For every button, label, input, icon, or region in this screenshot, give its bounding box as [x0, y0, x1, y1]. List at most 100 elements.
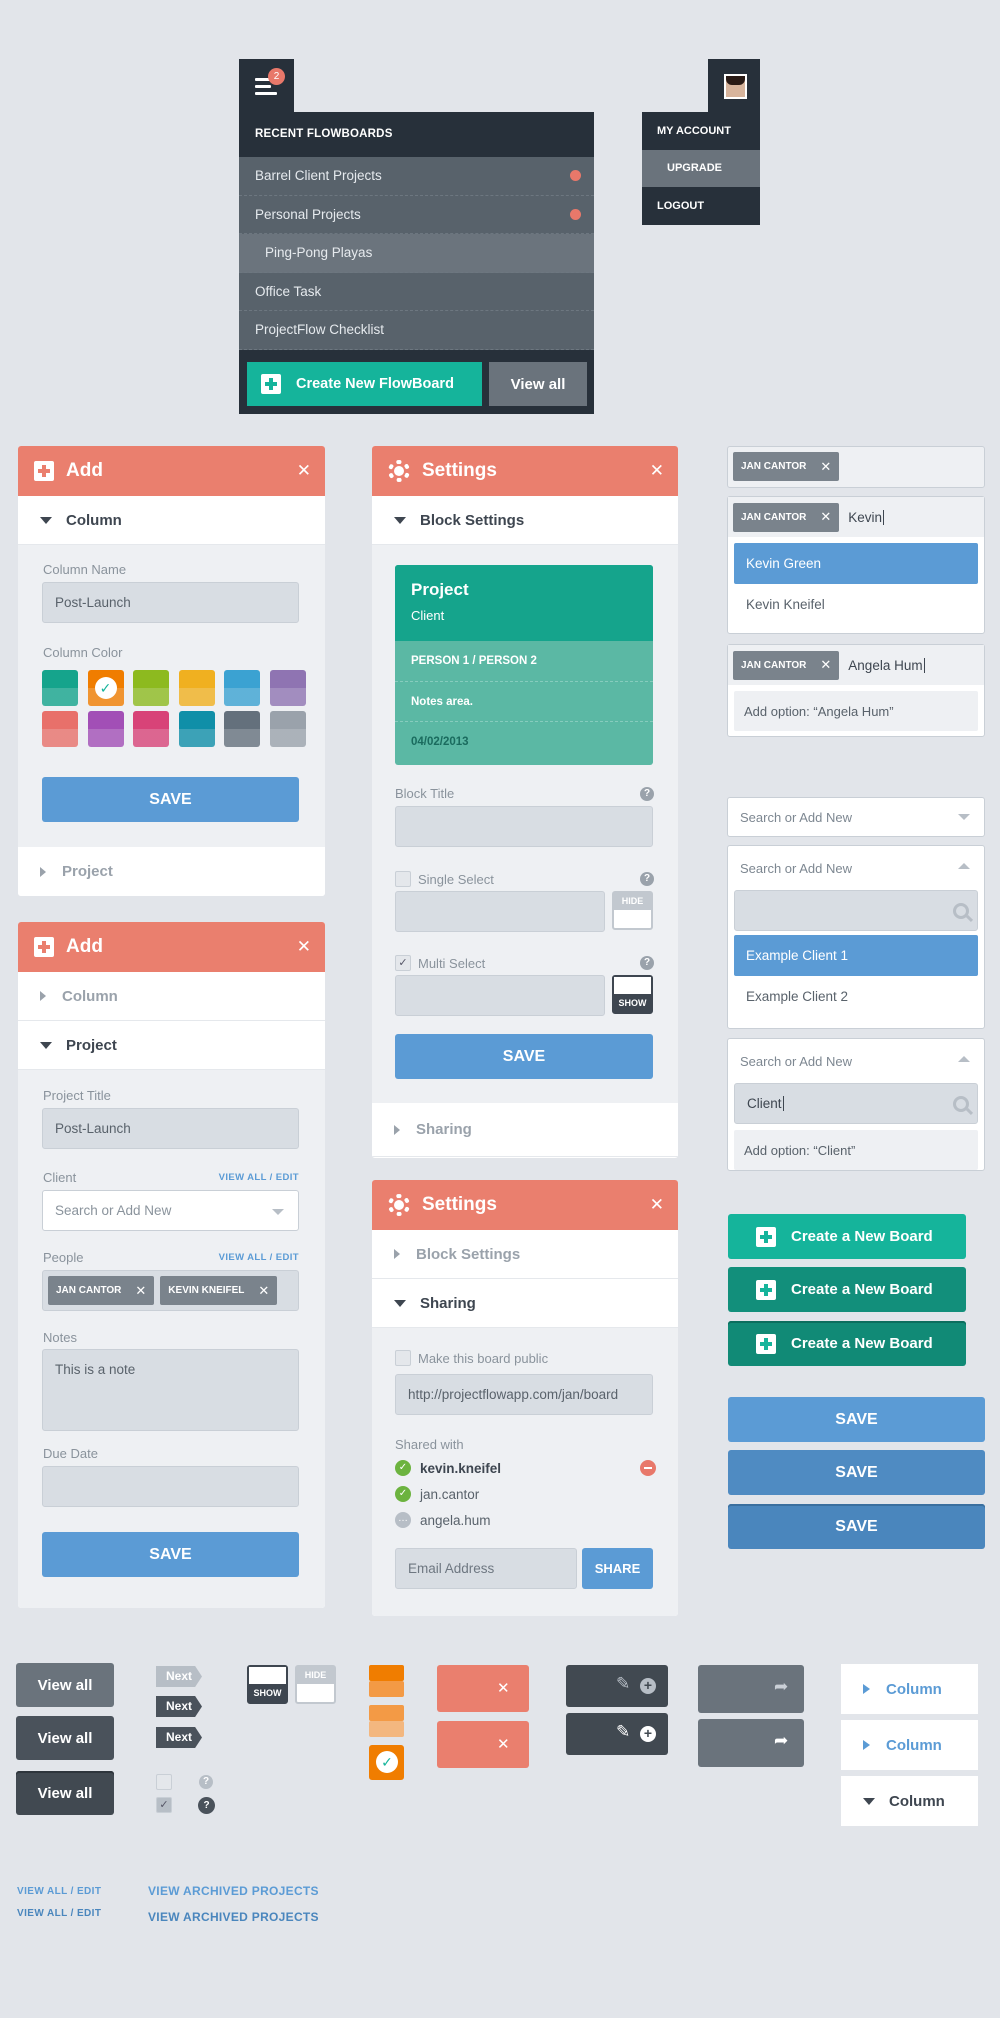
color-swatch[interactable]	[269, 670, 306, 706]
close-tile-button[interactable]: ✕	[437, 1665, 529, 1712]
help-icon[interactable]: ?	[640, 787, 654, 801]
save-button-active[interactable]: SAVE	[728, 1504, 985, 1549]
orange-swatch[interactable]: ✓	[369, 1745, 404, 1780]
help-icon[interactable]: ?	[640, 872, 654, 886]
tag-input-3[interactable]: JAN CANTOR ✕ Angela Hum	[728, 645, 984, 685]
logout-item[interactable]: LOGOUT	[642, 187, 760, 225]
people-view-all-link[interactable]: VIEW ALL / EDIT	[219, 1252, 299, 1263]
remove-tag-icon[interactable]: ✕	[135, 1283, 146, 1299]
save-button-hover[interactable]: SAVE	[728, 1450, 985, 1495]
share-arrow-tile-hover[interactable]: ➦	[698, 1719, 804, 1767]
color-swatch[interactable]	[42, 670, 78, 706]
flowboard-item[interactable]: ProjectFlow Checklist	[239, 311, 594, 350]
view-all-button-active[interactable]: View all	[16, 1771, 114, 1815]
color-swatch[interactable]	[133, 670, 169, 706]
save-button[interactable]: SAVE	[395, 1034, 653, 1079]
section-block-settings[interactable]: Block Settings	[372, 1230, 678, 1279]
color-swatch[interactable]	[87, 711, 124, 747]
create-flowboard-button[interactable]: Create New FlowBoard	[247, 362, 482, 406]
close-icon[interactable]: ✕	[297, 937, 311, 957]
color-swatch[interactable]	[42, 711, 78, 747]
dropdown-header[interactable]: Search or Add New	[728, 846, 984, 890]
client-search-input[interactable]	[734, 890, 978, 931]
notes-textarea[interactable]: This is a note	[42, 1349, 299, 1431]
help-icon[interactable]: ?	[640, 956, 654, 970]
upgrade-item[interactable]: UPGRADE	[642, 149, 760, 188]
edit-add-tile[interactable]: ✎ +	[566, 1665, 668, 1707]
remove-tag-icon[interactable]: ✕	[820, 459, 831, 475]
flowboard-item[interactable]: Office Task	[239, 272, 594, 311]
section-column[interactable]: Column	[18, 496, 325, 545]
column-name-input[interactable]: Post-Launch	[42, 582, 299, 623]
client-option[interactable]: Example Client 2	[734, 976, 978, 1017]
checkbox-unchecked[interactable]	[156, 1774, 172, 1790]
view-all-button[interactable]: View all	[489, 362, 587, 406]
client-select[interactable]: Search or Add New	[42, 1190, 299, 1231]
section-project[interactable]: Project	[18, 847, 325, 896]
view-archived-link-hover[interactable]: VIEW ARCHIVED PROJECTS	[148, 1910, 319, 1924]
add-circle-icon[interactable]: +	[640, 1726, 656, 1742]
close-icon[interactable]: ✕	[650, 1195, 664, 1215]
save-button[interactable]: SAVE	[42, 777, 299, 822]
color-swatch[interactable]	[224, 670, 260, 706]
next-button-active[interactable]: Next	[156, 1727, 202, 1748]
checkbox-checked[interactable]: ✓	[156, 1797, 172, 1813]
hide-toggle[interactable]: HIDE	[612, 891, 653, 930]
multi-select-input[interactable]	[395, 975, 605, 1016]
view-all-edit-link-hover[interactable]: VIEW ALL / EDIT	[17, 1908, 101, 1919]
flowboard-item[interactable]: Personal Projects	[239, 195, 594, 234]
remove-tag-icon[interactable]: ✕	[258, 1283, 269, 1299]
board-url-input[interactable]: http://projectflowapp.com/jan/board	[395, 1374, 653, 1415]
due-date-input[interactable]	[42, 1466, 299, 1507]
create-board-button-hover[interactable]: Create a New Board	[728, 1267, 966, 1312]
section-column[interactable]: Column	[18, 972, 325, 1021]
tag-input-1[interactable]: JAN CANTOR ✕	[727, 446, 985, 488]
project-title-input[interactable]: Post-Launch	[42, 1108, 299, 1149]
my-account-item[interactable]: MY ACCOUNT	[642, 112, 760, 150]
section-project[interactable]: Project	[18, 1021, 325, 1070]
create-board-button[interactable]: Create a New Board	[728, 1214, 966, 1259]
flowboard-item[interactable]: Ping-Pong Playas	[239, 234, 594, 273]
autocomplete-option[interactable]: Kevin Green	[734, 543, 978, 584]
multi-select-checkbox[interactable]: ✓	[395, 955, 411, 971]
flowboards-menu-button[interactable]: 2	[239, 59, 294, 113]
color-swatch[interactable]	[224, 711, 260, 747]
orange-swatch[interactable]	[369, 1681, 404, 1697]
add-option-item[interactable]: Add option: “Angela Hum”	[734, 691, 978, 731]
edit-add-tile-hover[interactable]: ✎ +	[566, 1713, 668, 1755]
flowboard-item[interactable]: Barrel Client Projects	[239, 157, 594, 196]
section-block-settings[interactable]: Block Settings	[372, 496, 678, 545]
save-button[interactable]: SAVE	[42, 1532, 299, 1577]
view-all-button[interactable]: View all	[16, 1663, 114, 1707]
hide-toggle[interactable]: HIDE	[295, 1665, 336, 1704]
help-icon[interactable]: ?	[199, 1775, 213, 1789]
client-option[interactable]: Example Client 1	[734, 935, 978, 976]
client-search-input[interactable]: Client	[734, 1083, 978, 1124]
section-sharing[interactable]: Sharing	[372, 1103, 678, 1157]
close-icon[interactable]: ✕	[297, 461, 311, 481]
remove-tag-icon[interactable]: ✕	[820, 657, 831, 673]
column-toggle[interactable]: Column	[841, 1664, 978, 1714]
save-button[interactable]: SAVE	[728, 1397, 985, 1442]
orange-swatch[interactable]	[369, 1665, 404, 1681]
view-archived-link[interactable]: VIEW ARCHIVED PROJECTS	[148, 1884, 319, 1898]
client-view-all-link[interactable]: VIEW ALL / EDIT	[219, 1172, 299, 1183]
column-toggle-hover[interactable]: Column	[841, 1720, 978, 1770]
next-button[interactable]: Next	[156, 1666, 202, 1687]
color-swatch[interactable]	[133, 711, 169, 747]
column-toggle-open[interactable]: Column	[841, 1776, 978, 1826]
pencil-icon[interactable]: ✎	[616, 1722, 630, 1742]
dropdown-header[interactable]: Search or Add New	[728, 1039, 984, 1083]
account-avatar-button[interactable]	[708, 59, 760, 112]
next-button-hover[interactable]: Next	[156, 1696, 202, 1717]
single-select-input[interactable]	[395, 891, 605, 932]
single-select-checkbox[interactable]	[395, 871, 411, 887]
tag-input-2[interactable]: JAN CANTOR ✕ Kevin	[728, 497, 984, 537]
section-sharing[interactable]: Sharing	[372, 1279, 678, 1328]
add-option-item[interactable]: Add option: “Client”	[734, 1130, 978, 1170]
orange-swatch[interactable]	[369, 1705, 404, 1721]
people-input[interactable]: JAN CANTOR ✕ KEVIN KNEIFEL ✕	[42, 1270, 299, 1311]
autocomplete-option[interactable]: Kevin Kneifel	[734, 584, 978, 625]
help-icon-hover[interactable]: ?	[198, 1797, 215, 1814]
block-title-input[interactable]	[395, 806, 653, 847]
